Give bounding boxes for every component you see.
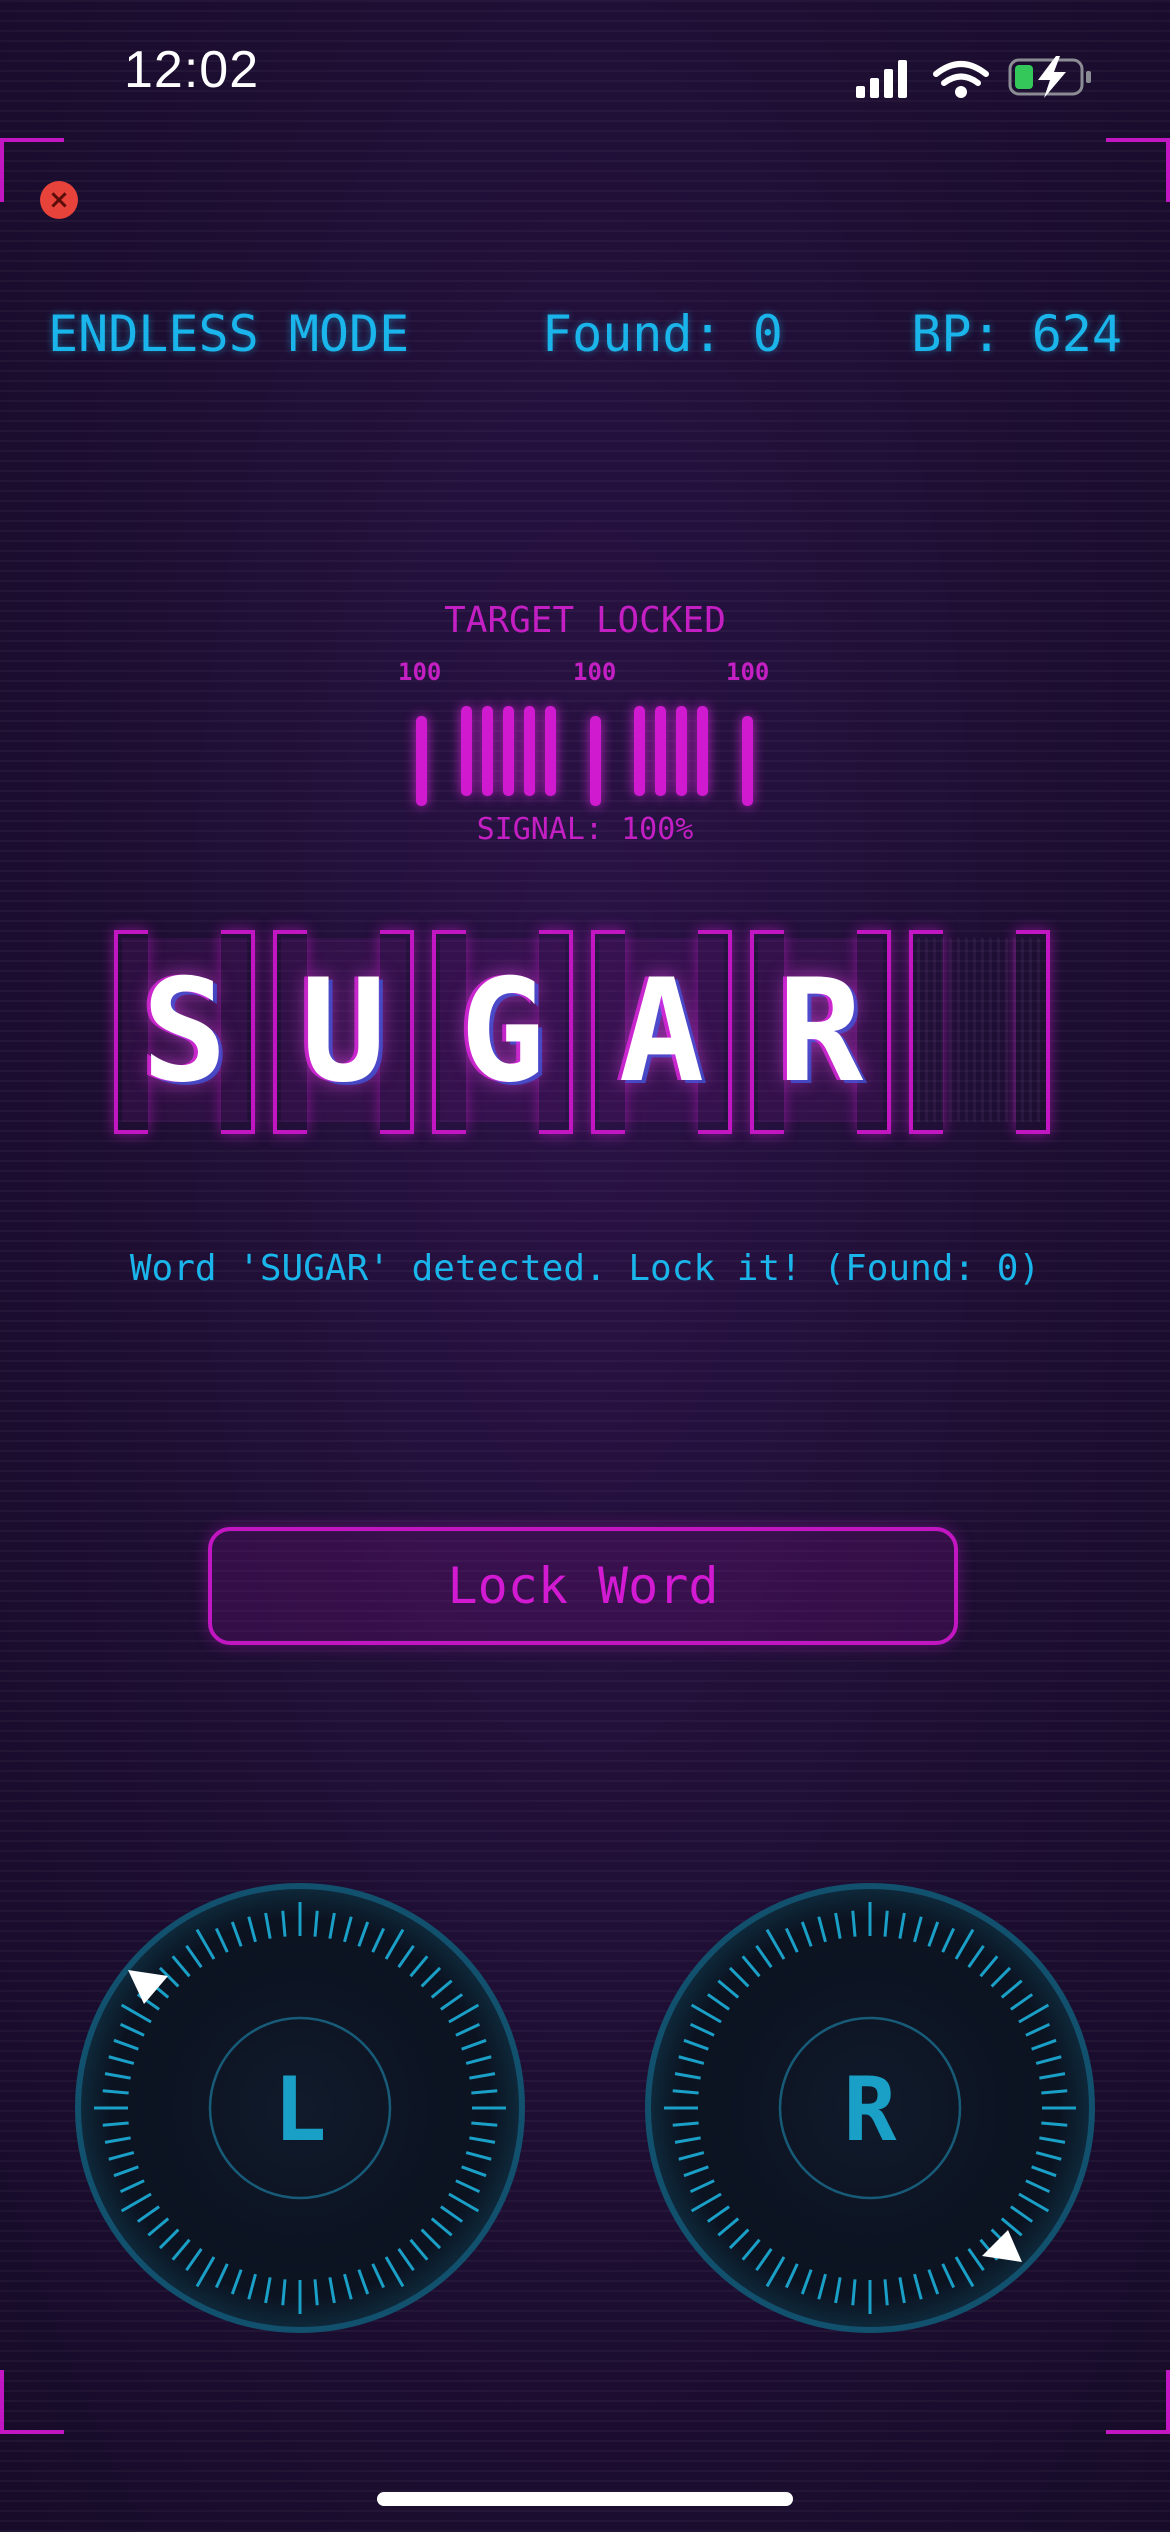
frame-corner-top-right bbox=[1106, 138, 1170, 202]
frame-corner-bottom-right bbox=[1106, 2370, 1170, 2434]
signal-icon bbox=[856, 60, 907, 98]
letter-tiles: S U G A R bbox=[114, 930, 1054, 1136]
dial-label-right: R bbox=[844, 2058, 897, 2161]
letter-tile[interactable]: R bbox=[750, 930, 891, 1134]
status-time: 12:02 bbox=[124, 41, 260, 99]
left-dial[interactable]: L bbox=[70, 1878, 530, 2338]
signal-readout-right: 100 bbox=[726, 658, 770, 686]
letter-tile[interactable]: S bbox=[114, 930, 255, 1134]
tile-letter: U bbox=[300, 949, 387, 1114]
signal-bar bbox=[742, 716, 753, 806]
signal-bar bbox=[590, 716, 601, 806]
right-dial[interactable]: R bbox=[640, 1878, 1100, 2338]
close-button[interactable]: × bbox=[40, 181, 78, 219]
letter-tile-empty[interactable] bbox=[909, 930, 1050, 1134]
tile-letter: R bbox=[777, 949, 864, 1114]
signal-bar bbox=[697, 706, 708, 796]
home-indicator[interactable] bbox=[377, 2492, 793, 2506]
hud-stats: ENDLESS MODE Found: 0 BP: 624 bbox=[48, 305, 1122, 375]
target-status: TARGET LOCKED bbox=[444, 600, 726, 641]
wifi-icon bbox=[933, 61, 989, 98]
letter-tile[interactable]: A bbox=[591, 930, 732, 1134]
signal-bar bbox=[634, 706, 645, 796]
signal-bar bbox=[655, 706, 666, 796]
signal-bar bbox=[676, 706, 687, 796]
status-icons bbox=[856, 56, 1091, 98]
signal-bar bbox=[503, 706, 514, 796]
signal-bar bbox=[461, 706, 472, 796]
battery-charging-icon bbox=[1008, 56, 1091, 98]
signal-bar bbox=[482, 706, 493, 796]
frame-corner-bottom-left bbox=[0, 2370, 64, 2434]
found-count: Found: 0 bbox=[542, 305, 783, 363]
dial-label-left: L bbox=[274, 2058, 327, 2161]
close-icon: × bbox=[48, 185, 70, 215]
lock-word-button[interactable]: Lock Word bbox=[208, 1527, 958, 1645]
signal-bar bbox=[524, 706, 535, 796]
signal-meter bbox=[410, 700, 760, 810]
signal-bar bbox=[416, 716, 427, 806]
tile-letter: G bbox=[459, 949, 546, 1114]
tile-letter bbox=[909, 930, 1050, 1134]
detection-message: Word 'SUGAR' detected. Lock it! (Found: … bbox=[129, 1248, 1041, 1289]
signal-strength: SIGNAL: 100% bbox=[476, 812, 694, 847]
tile-letter: S bbox=[141, 949, 228, 1114]
bp-count: BP: 624 bbox=[911, 305, 1122, 363]
mode-label: ENDLESS MODE bbox=[48, 305, 410, 363]
tile-letter: A bbox=[618, 949, 705, 1114]
signal-bar bbox=[545, 706, 556, 796]
signal-readout-left: 100 bbox=[398, 658, 442, 686]
signal-readout-center: 100 bbox=[573, 658, 617, 686]
letter-tile[interactable]: G bbox=[432, 930, 573, 1134]
letter-tile[interactable]: U bbox=[273, 930, 414, 1134]
